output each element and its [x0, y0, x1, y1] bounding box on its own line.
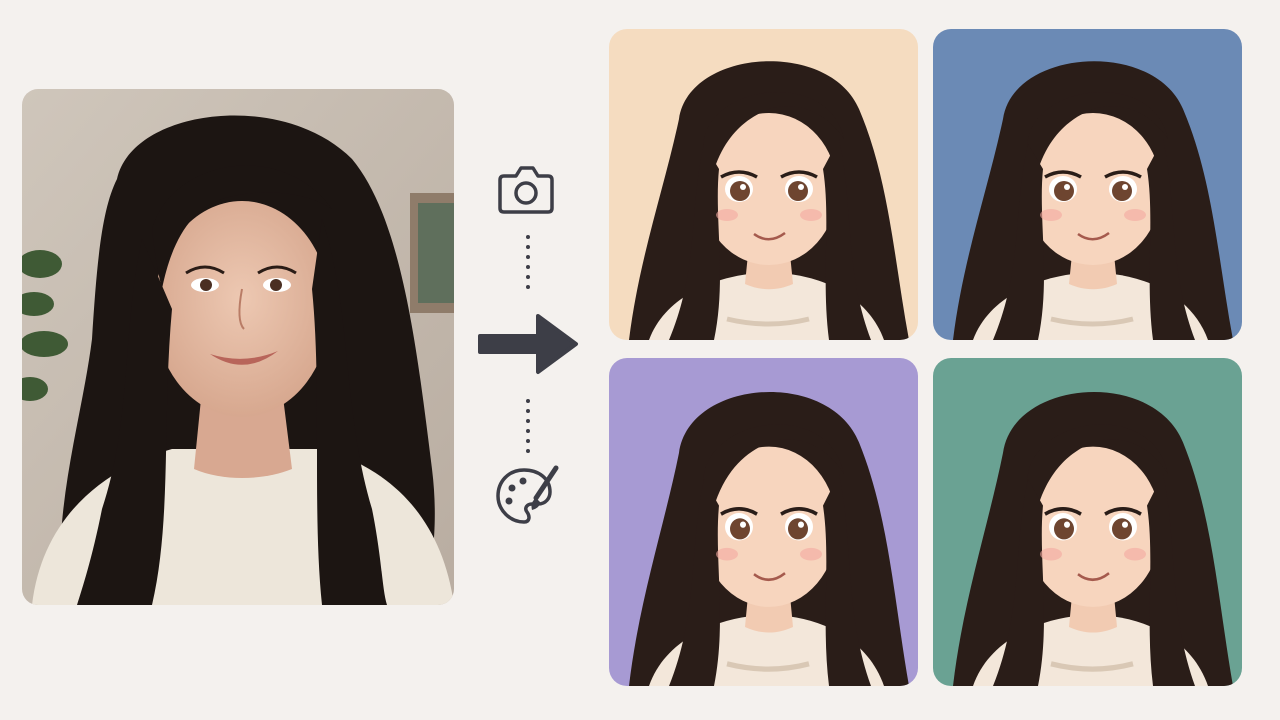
dotted-connector-bottom — [526, 399, 530, 453]
transform-flow — [470, 150, 588, 540]
palette-icon — [496, 465, 559, 524]
source-photo — [22, 89, 454, 605]
anime-portrait-peach — [609, 29, 918, 340]
anime-portrait-lavender — [609, 358, 918, 686]
anime-portrait-blue — [933, 29, 1242, 340]
arrow-right-icon — [478, 314, 578, 374]
camera-icon — [498, 166, 554, 214]
anime-portrait-teal — [933, 358, 1242, 686]
dotted-connector-top — [526, 235, 530, 289]
